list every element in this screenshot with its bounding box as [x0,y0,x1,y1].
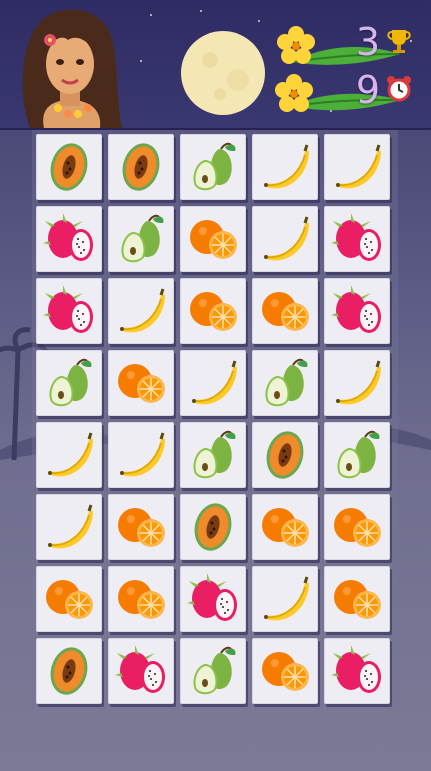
banana-icon [120,432,165,477]
tile-pear[interactable] [324,422,390,488]
dragonfruit-icon [43,285,93,333]
orange-icon [334,508,381,547]
tile-dragonfruit[interactable] [180,566,246,632]
tile-orange[interactable] [36,566,102,632]
papaya-icon [50,647,88,695]
tile-dragonfruit[interactable] [36,206,102,272]
tile-orange[interactable] [252,494,318,560]
banana-icon [264,576,309,621]
banana-icon [48,432,93,477]
game-header: 3 9 [0,0,431,130]
dragonfruit-icon [331,645,381,693]
tile-orange[interactable] [324,494,390,560]
pear-icon [193,646,236,695]
banana-icon [192,360,237,405]
game-board [32,130,398,710]
tile-banana[interactable] [36,422,102,488]
tile-papaya[interactable] [180,494,246,560]
tile-banana[interactable] [180,350,246,416]
tile-orange[interactable] [252,278,318,344]
tile-orange[interactable] [180,278,246,344]
tile-papaya[interactable] [108,134,174,200]
banana-icon [48,504,93,549]
tile-dragonfruit[interactable] [108,638,174,704]
dragonfruit-icon [331,213,381,261]
tile-dragonfruit[interactable] [324,278,390,344]
tile-banana[interactable] [252,566,318,632]
orange-icon [334,580,381,619]
tile-papaya[interactable] [36,134,102,200]
tile-banana[interactable] [108,422,174,488]
tile-orange[interactable] [108,494,174,560]
pear-icon [193,430,236,479]
banana-icon [336,144,381,189]
banana-icon [264,216,309,261]
orange-icon [262,292,309,331]
orange-icon [118,508,165,547]
tile-orange[interactable] [252,638,318,704]
orange-icon [190,292,237,331]
banana-icon [336,360,381,405]
timer-display: 9 [272,68,422,124]
banana-icon [264,144,309,189]
tile-orange[interactable] [324,566,390,632]
dragonfruit-icon [331,285,381,333]
tile-banana[interactable] [324,134,390,200]
tile-papaya[interactable] [36,638,102,704]
orange-icon [262,508,309,547]
papaya-icon [50,143,88,191]
pear-icon [337,430,380,479]
tile-pear[interactable] [180,134,246,200]
pear-icon [193,142,236,191]
orange-icon [46,580,93,619]
dragonfruit-icon [115,645,165,693]
pear-icon [121,214,164,263]
dragonfruit-icon [43,213,93,261]
orange-icon [118,364,165,403]
papaya-icon [122,143,160,191]
hula-girl-avatar [22,9,123,128]
papaya-icon [194,503,232,551]
tile-papaya[interactable] [252,422,318,488]
orange-icon [190,220,237,259]
trophy-icon [387,30,411,53]
tile-pear[interactable] [252,350,318,416]
alarm-clock-icon [387,76,411,102]
tile-pear[interactable] [180,422,246,488]
orange-icon [262,652,309,691]
banana-icon [120,288,165,333]
tile-pear[interactable] [36,350,102,416]
pear-icon [265,358,308,407]
tile-pear[interactable] [108,206,174,272]
tile-orange[interactable] [180,206,246,272]
tile-orange[interactable] [108,566,174,632]
dragonfruit-icon [187,573,237,621]
tile-banana[interactable] [36,494,102,560]
moon-icon [181,31,265,115]
tile-dragonfruit[interactable] [324,206,390,272]
tile-orange[interactable] [108,350,174,416]
tile-banana[interactable] [324,350,390,416]
tile-dragonfruit[interactable] [36,278,102,344]
tile-banana[interactable] [252,206,318,272]
pear-icon [49,358,92,407]
tile-banana[interactable] [252,134,318,200]
tile-banana[interactable] [108,278,174,344]
papaya-icon [266,431,304,479]
orange-icon [118,580,165,619]
tile-dragonfruit[interactable] [324,638,390,704]
tile-pear[interactable] [180,638,246,704]
